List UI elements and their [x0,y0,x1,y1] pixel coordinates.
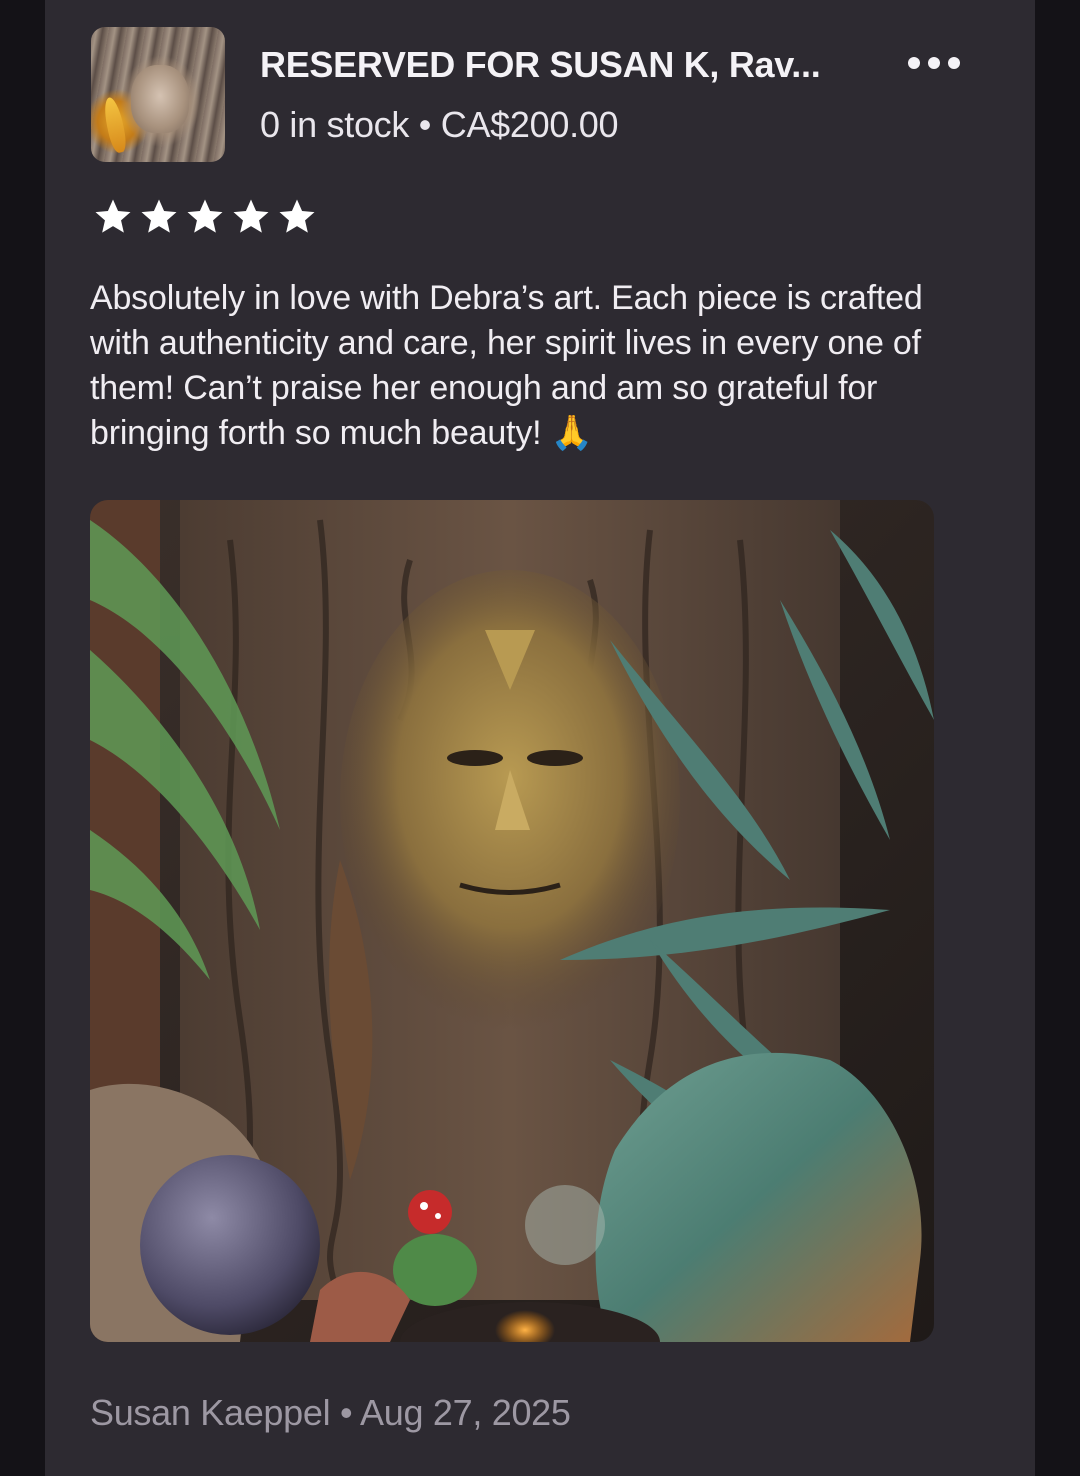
review-card: RESERVED FOR SUSAN K, Rav... 0 in stock … [45,0,1035,1476]
more-options-icon-dot [908,57,920,69]
listing-thumbnail[interactable] [91,27,225,162]
review-author-date: Susan Kaeppel • Aug 27, 2025 [90,1392,571,1433]
star-icon [95,199,131,233]
listing-title[interactable]: RESERVED FOR SUSAN K, Rav... [260,44,880,86]
review-photo[interactable] [90,500,934,1342]
star-rating [91,196,319,238]
star-icon [141,199,177,233]
more-options-button[interactable] [899,48,969,78]
star-icon [187,199,223,233]
star-icon [279,199,315,233]
thumbnail-face [131,65,189,133]
thumbnail-feather [101,95,129,155]
review-photo-image [90,500,934,1342]
listing-stock-price: 0 in stock • CA$200.00 [260,104,619,145]
more-options-icon-dot [928,57,940,69]
star-icon [233,199,269,233]
more-options-icon-dot [948,57,960,69]
review-text: Absolutely in love with Debra’s art. Eac… [90,279,923,452]
